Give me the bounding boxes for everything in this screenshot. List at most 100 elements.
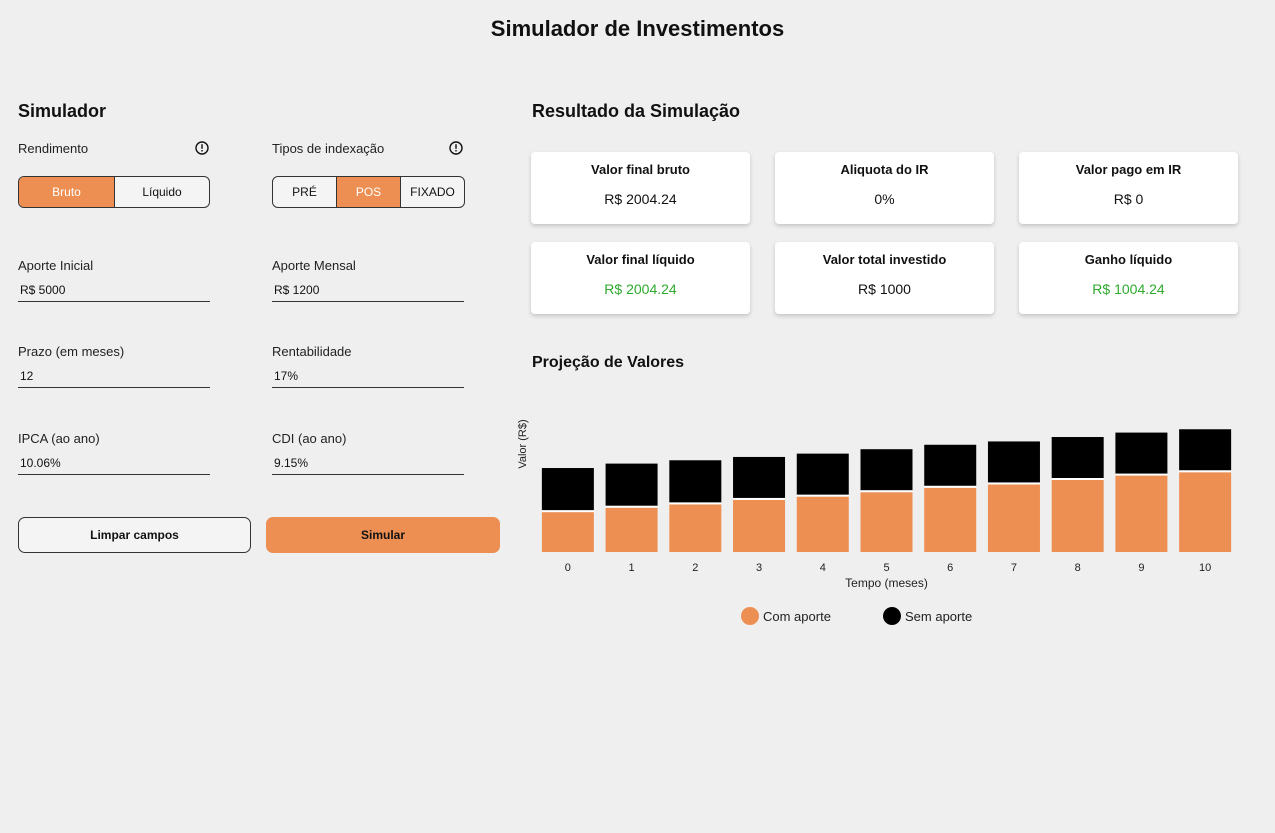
simulate-button[interactable]: Simular — [266, 517, 500, 553]
rendimento-toggle: Bruto Líquido — [18, 176, 210, 208]
x-tick-label: 5 — [883, 562, 889, 574]
rentabilidade-input[interactable] — [272, 369, 464, 388]
card-value: 0% — [874, 191, 895, 207]
aporte-mensal-input[interactable] — [272, 283, 464, 302]
card-valor-final-bruto: Valor final bruto R$ 2004.24 — [531, 152, 750, 224]
card-valor-pago-ir: Valor pago em IR R$ 0 — [1019, 152, 1238, 224]
card-value: R$ 2004.24 — [604, 281, 677, 297]
simulator-title: Simulador — [18, 101, 107, 121]
rendimento-label: Rendimento — [18, 141, 89, 156]
legend-swatch — [883, 607, 901, 625]
legend-swatch — [741, 607, 759, 625]
bar-com-aporte — [733, 499, 786, 552]
indexacao-toggle: PRÉ POS FIXADO — [272, 176, 465, 208]
cdi-input[interactable] — [272, 456, 464, 475]
bar-com-aporte — [860, 492, 913, 552]
page-title: Simulador de Investimentos — [490, 16, 785, 41]
bar-com-aporte — [1179, 472, 1232, 552]
x-tick-label: 9 — [1138, 562, 1144, 574]
bar-separator — [924, 485, 977, 488]
prazo-field: Prazo (em meses) — [18, 344, 210, 388]
x-tick-label: 4 — [820, 562, 826, 574]
bar-sem-aporte — [605, 463, 658, 506]
chart-legend: Com aporte Sem aporte — [531, 607, 1241, 631]
y-axis-label: Valor (R$) — [517, 419, 529, 468]
aporte-inicial-label: Aporte Inicial — [18, 258, 94, 273]
toggle-pos[interactable]: POS — [337, 177, 401, 207]
bar-com-aporte — [541, 512, 594, 552]
bar-separator — [987, 482, 1040, 485]
card-value: R$ 2004.24 — [604, 191, 677, 207]
clear-button[interactable]: Limpar campos — [18, 517, 251, 553]
legend-label: Sem aporte — [905, 608, 973, 624]
card-title: Valor final líquido — [586, 252, 695, 267]
x-tick-label: 0 — [565, 562, 571, 574]
projection-chart: 0 1 2 3 4 5 6 7 8 9 10 Tempo (meses) Valor (R$) — [517, 419, 1232, 590]
card-value: R$ 1000 — [858, 281, 911, 297]
x-tick-label: 10 — [1199, 562, 1211, 574]
card-title: Valor final bruto — [591, 162, 690, 177]
toggle-fixado[interactable]: FIXADO — [401, 177, 464, 207]
toggle-bruto[interactable]: Bruto — [19, 177, 115, 207]
bar-sem-aporte — [987, 441, 1040, 483]
x-axis-label: Tempo (meses) — [845, 576, 928, 590]
info-icon[interactable] — [195, 141, 209, 155]
x-tick-label: 1 — [629, 562, 635, 574]
rentabilidade-label: Rentabilidade — [272, 344, 352, 359]
card-aliquota-ir: Aliquota do IR 0% — [775, 152, 994, 224]
legend-sem-aporte: Sem aporte — [883, 607, 972, 625]
bar-com-aporte — [987, 484, 1040, 552]
bar-sem-aporte — [669, 460, 722, 503]
card-valor-total-investido: Valor total investido R$ 1000 — [775, 242, 994, 314]
bar-separator — [605, 505, 658, 508]
x-tick-label: 7 — [1011, 562, 1017, 574]
bar-com-aporte — [924, 487, 977, 552]
bar-com-aporte — [1115, 475, 1168, 552]
aporte-inicial-field: Aporte Inicial — [18, 258, 210, 302]
rentabilidade-field: Rentabilidade — [272, 344, 464, 388]
bar-sem-aporte — [1179, 429, 1232, 471]
x-tick-label: 3 — [756, 562, 762, 574]
toggle-pre[interactable]: PRÉ — [273, 177, 337, 207]
bar-sem-aporte — [1051, 437, 1104, 478]
bar-separator — [860, 490, 913, 493]
prazo-input[interactable] — [18, 369, 210, 388]
ipca-input[interactable] — [18, 456, 210, 475]
legend-label: Com aporte — [763, 608, 831, 624]
bar-com-aporte — [1051, 480, 1104, 552]
ipca-label: IPCA (ao ano) — [18, 431, 100, 446]
bar-separator — [1051, 478, 1104, 480]
bar-sem-aporte — [1115, 432, 1168, 474]
bar-com-aporte — [605, 507, 658, 552]
indexacao-label: Tipos de indexação — [272, 141, 385, 156]
aporte-mensal-label: Aporte Mensal — [272, 258, 356, 273]
x-tick-label: 6 — [947, 562, 953, 574]
ipca-field: IPCA (ao ano) — [18, 431, 210, 475]
card-title: Valor pago em IR — [1075, 162, 1182, 177]
aporte-mensal-field: Aporte Mensal — [272, 258, 464, 302]
cdi-label: CDI (ao ano) — [272, 431, 347, 446]
bar-com-aporte — [796, 496, 849, 552]
bar-sem-aporte — [733, 456, 786, 498]
x-tick-label: 8 — [1075, 562, 1081, 574]
aporte-inicial-input[interactable] — [18, 283, 210, 302]
bar-separator — [1115, 473, 1168, 476]
bar-separator — [796, 494, 849, 497]
card-title: Ganho líquido — [1084, 252, 1173, 267]
info-icon[interactable] — [449, 141, 463, 155]
toggle-liquido[interactable]: Líquido — [115, 177, 209, 207]
projection-title: Projeção de Valores — [532, 354, 685, 371]
bar-sem-aporte — [924, 444, 977, 486]
bar-sem-aporte — [541, 468, 594, 511]
bar-separator — [669, 502, 722, 505]
bar-separator — [1179, 470, 1232, 473]
prazo-label: Prazo (em meses) — [18, 344, 125, 359]
result-title: Resultado da Simulação — [532, 101, 741, 121]
bar-sem-aporte — [860, 449, 913, 491]
bar-separator — [541, 510, 594, 513]
cdi-field: CDI (ao ano) — [272, 431, 464, 475]
legend-com-aporte: Com aporte — [741, 607, 831, 625]
x-tick-label: 2 — [692, 562, 698, 574]
bar-com-aporte — [669, 504, 722, 552]
card-ganho-liquido: Ganho líquido R$ 1004.24 — [1019, 242, 1238, 314]
